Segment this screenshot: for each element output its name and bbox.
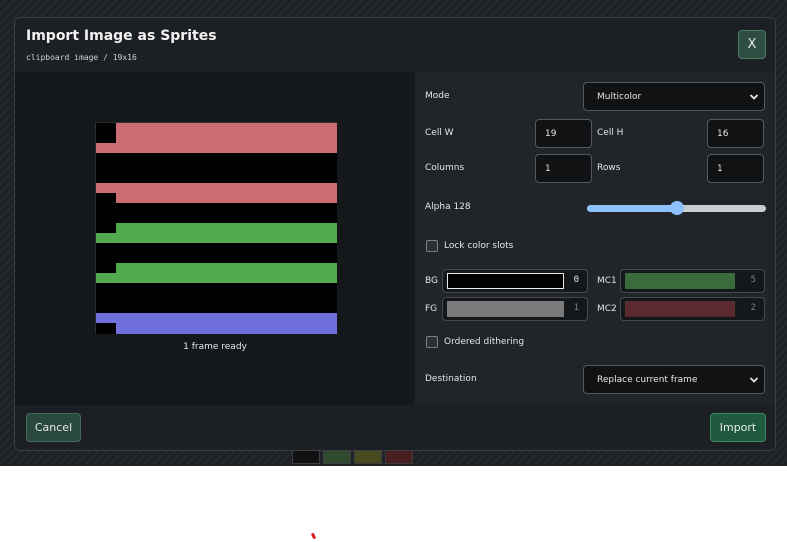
columns-label: Columns	[425, 163, 465, 173]
mode-select[interactable]: Multicolor	[583, 82, 765, 111]
sprite-preview-canvas	[95, 122, 337, 334]
sprite-preview-panel: 1 frame ready	[15, 72, 415, 405]
bg-label: BG	[425, 276, 438, 286]
bg-color-swatch	[447, 273, 564, 289]
lock-color-slots-label: Lock color slots	[444, 241, 514, 251]
alpha-slider-thumb[interactable]	[669, 201, 684, 215]
cell-w-input[interactable]: 19	[535, 119, 592, 148]
mc2-label: MC2	[597, 304, 617, 314]
mc2-color-slot[interactable]: 2	[620, 297, 765, 321]
columns-value: 1	[545, 163, 551, 174]
cell-h-input[interactable]: 16	[707, 119, 764, 148]
columns-input[interactable]: 1	[535, 154, 592, 183]
fg-label: FG	[425, 304, 438, 314]
import-sprites-dialog: Import Image as Sprites clipboard image …	[14, 17, 776, 451]
ordered-dithering-checkbox[interactable]	[426, 336, 438, 348]
alpha-slider[interactable]	[587, 201, 766, 215]
fg-color-slot[interactable]: 1	[442, 297, 588, 321]
ordered-dithering-label: Ordered dithering	[444, 337, 525, 347]
mc1-label: MC1	[597, 276, 617, 286]
dialog-subtitle: clipboard image / 19x16	[26, 53, 137, 62]
alpha-slider-fill	[587, 205, 677, 212]
destination-select-value: Replace current frame	[597, 374, 698, 385]
chevron-down-icon	[749, 94, 759, 100]
rows-input[interactable]: 1	[707, 154, 764, 183]
mode-select-value: Multicolor	[597, 91, 642, 102]
mc1-color-swatch	[625, 273, 735, 289]
mode-label: Mode	[425, 91, 450, 101]
mc2-color-swatch	[625, 301, 735, 317]
stray-mark	[310, 532, 317, 540]
cell-w-value: 19	[545, 128, 557, 139]
rows-label: Rows	[597, 163, 621, 173]
rows-value: 1	[717, 163, 723, 174]
mc1-color-slot[interactable]: 5	[620, 269, 765, 293]
dialog-footer: Cancel Import	[15, 405, 775, 450]
import-button[interactable]: Import	[710, 413, 766, 442]
chevron-down-icon	[749, 377, 759, 383]
fg-color-swatch	[447, 301, 564, 317]
preview-status-text: 1 frame ready	[183, 342, 247, 352]
cell-h-value: 16	[717, 128, 729, 139]
cancel-button[interactable]: Cancel	[26, 413, 81, 442]
dialog-title: Import Image as Sprites	[26, 28, 217, 44]
dialog-header: Import Image as Sprites clipboard image …	[15, 18, 775, 72]
bg-color-index: 0	[573, 275, 579, 285]
fg-color-index: 1	[573, 303, 579, 313]
cell-h-label: Cell H	[597, 128, 624, 138]
lock-color-slots-checkbox[interactable]	[426, 240, 438, 252]
destination-select[interactable]: Replace current frame	[583, 365, 765, 394]
close-button[interactable]: X	[738, 30, 766, 59]
mc2-color-index: 2	[750, 303, 756, 313]
bg-color-slot[interactable]: 0	[442, 269, 588, 293]
cell-w-label: Cell W	[425, 128, 454, 138]
destination-label: Destination	[425, 374, 477, 384]
sprite-preview-image	[96, 123, 337, 334]
mc1-color-index: 5	[750, 275, 756, 285]
settings-panel: Mode Multicolor Cell W 19 Cell H 16 Colu…	[415, 72, 775, 405]
alpha-label: Alpha 128	[425, 202, 471, 212]
